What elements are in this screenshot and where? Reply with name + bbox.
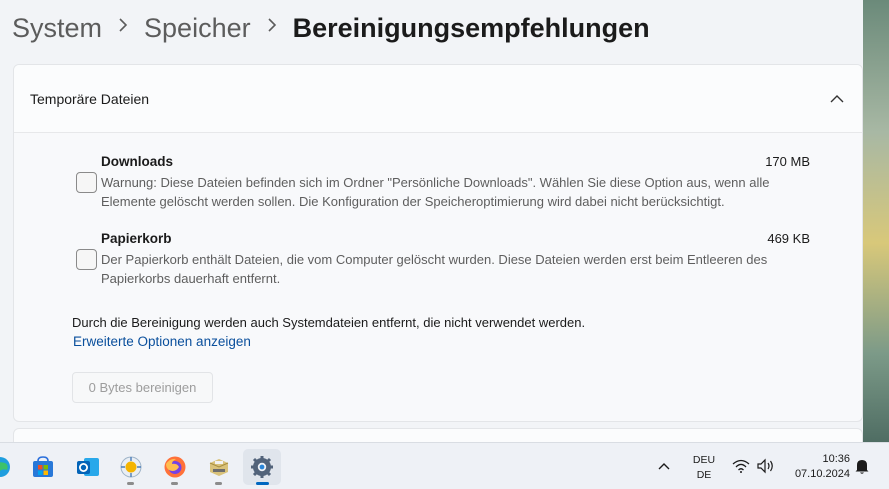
info-text: Durch die Bereinigung werden auch System… — [72, 315, 586, 330]
language-line2: DE — [696, 469, 712, 481]
taskbar: DEU DE 10:36 07.10.2024 — [0, 442, 889, 489]
firefox-icon[interactable] — [163, 455, 187, 479]
item-description: Der Papierkorb enthält Dateien, die vom … — [101, 252, 768, 286]
notification-bell-icon[interactable] — [854, 458, 870, 475]
temp-files-header[interactable]: Temporäre Dateien — [14, 65, 862, 133]
list-item-downloads: Downloads 170 MB Warnung: Diese Dateien … — [74, 154, 810, 214]
edge-icon[interactable] — [0, 455, 12, 479]
running-indicator — [171, 482, 178, 485]
item-size: 469 KB — [767, 231, 810, 246]
clean-button[interactable]: 0 Bytes bereinigen — [72, 372, 213, 403]
active-indicator — [256, 482, 269, 485]
clock-date: 07.10.2024 — [794, 468, 850, 480]
chevron-up-icon[interactable] — [656, 459, 672, 473]
breadcrumb-speicher[interactable]: Speicher — [144, 10, 251, 46]
item-size: 170 MB — [765, 154, 810, 169]
chevron-up-icon[interactable] — [828, 90, 846, 108]
chevron-right-icon — [118, 8, 128, 44]
volume-icon[interactable] — [757, 458, 774, 474]
running-indicator — [127, 482, 134, 485]
advanced-options-link[interactable]: Erweiterte Optionen anzeigen — [73, 334, 251, 349]
chevron-right-icon — [267, 8, 277, 44]
item-name: Downloads — [101, 154, 174, 169]
outlook-icon[interactable] — [76, 455, 100, 479]
language-indicator[interactable]: DEU DE — [690, 453, 718, 483]
clock[interactable]: 10:36 07.10.2024 — [784, 452, 850, 482]
running-indicator — [215, 482, 222, 485]
file-manager-icon[interactable] — [207, 455, 231, 479]
page-title: Bereinigungsempfehlungen — [292, 13, 650, 43]
breadcrumb-system[interactable]: System — [12, 10, 102, 46]
item-description: Warnung: Diese Dateien befinden sich im … — [101, 175, 770, 209]
store-icon[interactable] — [31, 455, 55, 479]
weather-icon[interactable] — [119, 455, 143, 479]
language-line1: DEU — [692, 454, 716, 466]
item-name: Papierkorb — [101, 231, 172, 246]
breadcrumb: System Speicher Bereinigungsempfehlungen — [12, 10, 650, 46]
papierkorb-checkbox[interactable] — [76, 249, 97, 270]
desktop-wallpaper-strip — [863, 0, 889, 442]
downloads-checkbox[interactable] — [76, 172, 97, 193]
settings-icon[interactable] — [250, 455, 274, 479]
clock-time: 10:36 — [822, 453, 850, 465]
card-title: Temporäre Dateien — [30, 90, 150, 107]
list-item-papierkorb: Papierkorb 469 KB Der Papierkorb enthält… — [74, 231, 810, 291]
temp-files-card: Temporäre Dateien Downloads 170 MB Warnu… — [13, 64, 863, 422]
wifi-icon[interactable] — [732, 459, 750, 473]
